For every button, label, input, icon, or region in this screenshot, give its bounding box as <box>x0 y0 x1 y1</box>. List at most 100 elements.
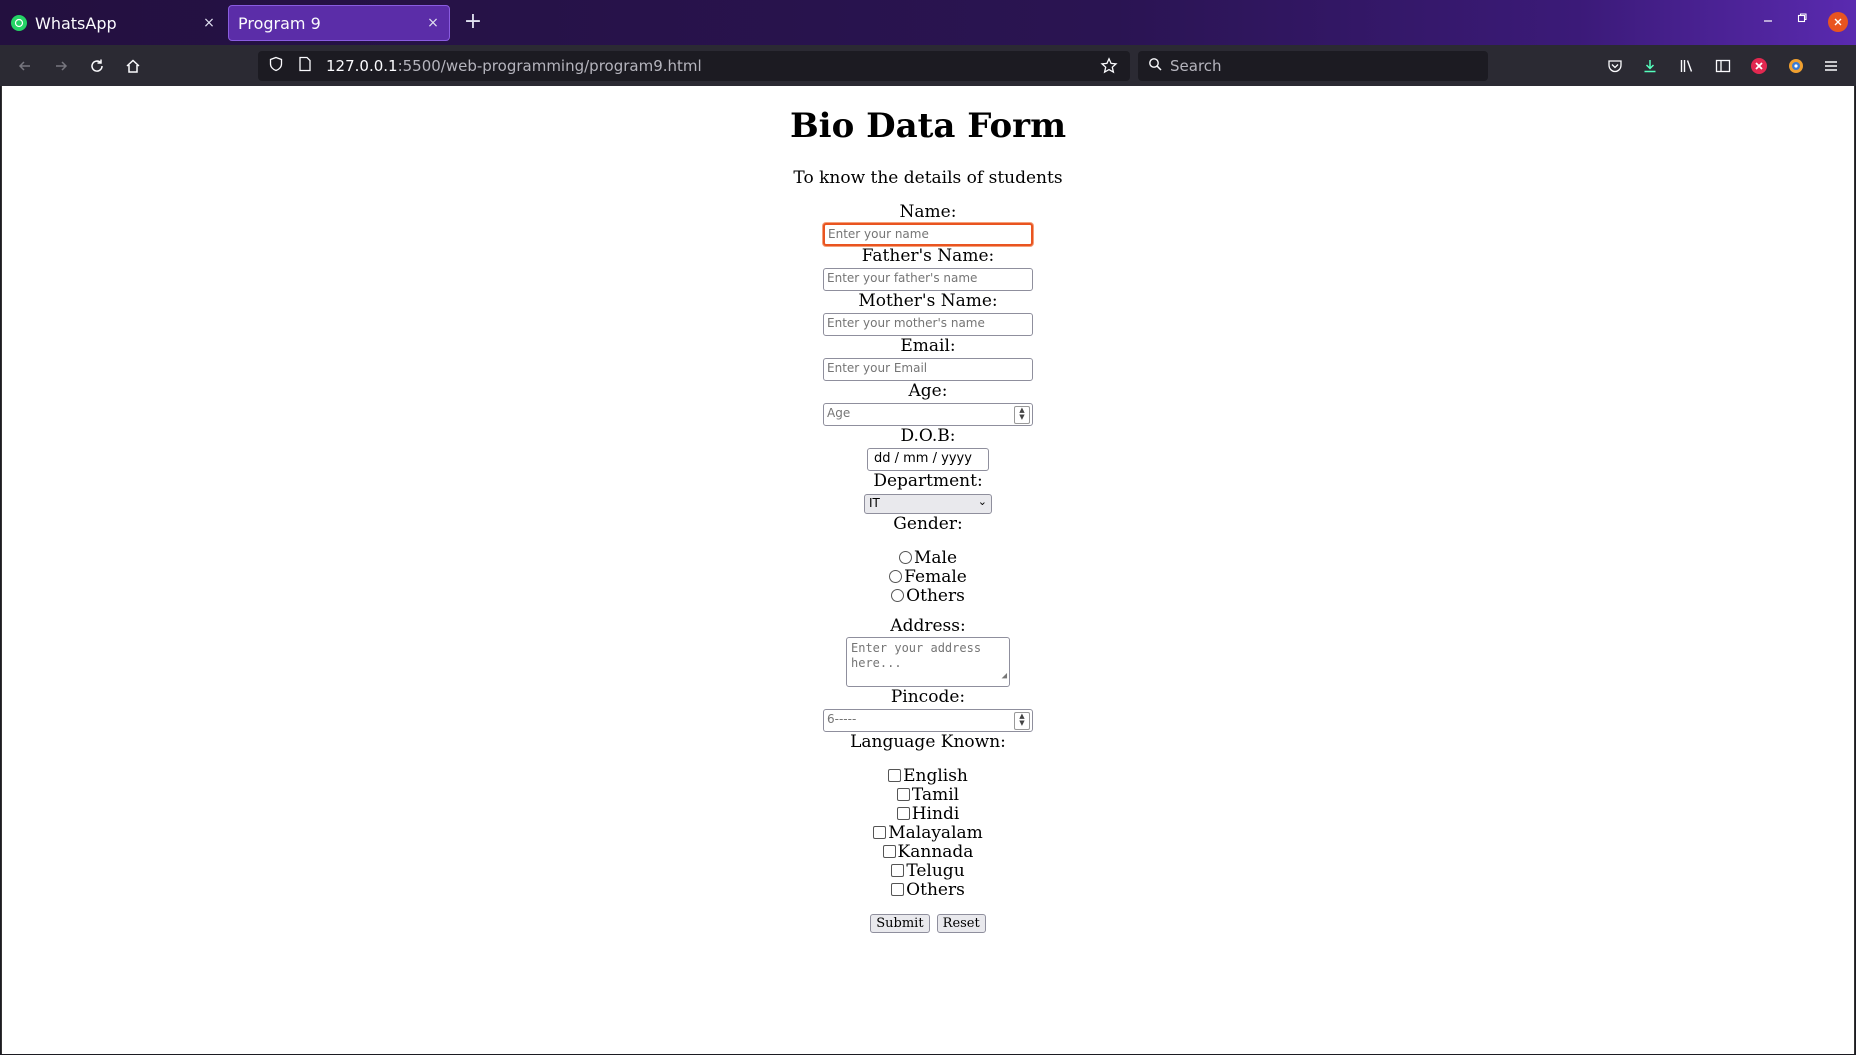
option-label: Others <box>906 586 965 606</box>
reset-button[interactable]: Reset <box>936 914 986 933</box>
address-label: Address: <box>890 616 966 636</box>
pincode-input[interactable]: 6----- ▲ ▼ <box>823 709 1033 732</box>
blocked-extension-icon[interactable] <box>1749 56 1769 76</box>
forward-icon[interactable] <box>46 51 76 81</box>
new-tab-button[interactable]: + <box>460 9 486 35</box>
close-tab-icon[interactable]: × <box>197 15 221 31</box>
name-input[interactable]: Enter your name <box>823 223 1033 246</box>
tab-strip: WhatsApp × Program 9 × + <box>0 0 1856 45</box>
option-label: Male <box>913 548 958 568</box>
father-name-placeholder: Enter your father's name <box>827 271 978 285</box>
gender-option-female[interactable]: Female <box>2 568 1854 587</box>
restore-icon[interactable] <box>1797 12 1807 26</box>
search-placeholder: Search <box>1170 57 1222 75</box>
url-path: :5500/web-programming/program9.html <box>397 57 702 75</box>
name-label: Name: <box>899 202 957 222</box>
name-placeholder: Enter your name <box>828 227 929 241</box>
submit-button[interactable]: Submit <box>870 914 930 933</box>
tab-label: Program 9 <box>238 13 321 33</box>
pincode-placeholder: 6----- <box>827 712 857 726</box>
option-label: English <box>903 766 968 786</box>
radio-button[interactable] <box>898 551 912 564</box>
language-option-kannada[interactable]: Kannada <box>2 843 1854 862</box>
option-label: Malayalam <box>888 823 983 843</box>
language-option-malayalam[interactable]: Malayalam <box>2 824 1854 843</box>
father-name-label: Father's Name: <box>861 246 995 266</box>
close-tab-icon[interactable]: × <box>421 15 445 31</box>
search-icon <box>1148 57 1162 75</box>
checkbox[interactable] <box>896 807 910 820</box>
page-viewport: Bio Data Form To know the details of stu… <box>1 86 1855 1054</box>
search-bar[interactable]: Search <box>1138 51 1488 81</box>
shield-icon[interactable] <box>268 56 288 76</box>
language-option-english[interactable]: English <box>2 767 1854 786</box>
checkbox[interactable] <box>888 769 902 782</box>
url-text[interactable]: 127.0.0.1:5500/web-programming/program9.… <box>326 57 702 75</box>
department-label: Department: <box>873 471 983 491</box>
address-placeholder-line-1: Enter your address <box>851 641 982 655</box>
whatsapp-icon <box>11 15 27 31</box>
address-textarea[interactable]: Enter your address here... ◢ <box>846 637 1010 687</box>
gender-option-others[interactable]: Others <box>2 587 1854 606</box>
father-name-input[interactable]: Enter your father's name <box>823 268 1033 291</box>
email-input[interactable]: Enter your Email <box>823 358 1033 381</box>
resize-grip-icon[interactable]: ◢ <box>1002 669 1007 684</box>
tab-whatsapp[interactable]: WhatsApp × <box>3 5 225 41</box>
checkbox[interactable] <box>896 788 910 801</box>
checkbox[interactable] <box>891 883 905 896</box>
option-label: Female <box>904 567 967 587</box>
option-label: Kannada <box>897 842 974 862</box>
department-select[interactable]: IT ⌄ <box>864 494 992 514</box>
tab-program-9[interactable]: Program 9 × <box>228 5 450 41</box>
chevron-down-icon: ⌄ <box>977 495 987 508</box>
page-subtitle: To know the details of students <box>793 168 1063 188</box>
library-icon[interactable] <box>1677 56 1697 76</box>
option-label: Hindi <box>911 804 960 824</box>
url-host: 127.0.0.1 <box>326 57 398 75</box>
reload-icon[interactable] <box>82 51 112 81</box>
age-placeholder: Age <box>827 406 851 420</box>
downloads-icon[interactable] <box>1640 56 1660 76</box>
home-icon[interactable] <box>118 51 148 81</box>
pincode-stepper-icon[interactable]: ▲ ▼ <box>1014 712 1030 730</box>
mother-name-label: Mother's Name: <box>858 291 998 311</box>
pocket-icon[interactable] <box>1605 56 1625 76</box>
department-value: IT <box>869 496 880 510</box>
language-option-tamil[interactable]: Tamil <box>2 786 1854 805</box>
pincode-label: Pincode: <box>890 687 966 707</box>
tab-label: WhatsApp <box>35 13 117 33</box>
dob-label: D.O.B: <box>900 426 956 446</box>
option-label: Others <box>906 880 965 900</box>
back-icon[interactable] <box>10 51 40 81</box>
email-label: Email: <box>900 336 956 356</box>
age-stepper-icon[interactable]: ▲ ▼ <box>1014 406 1030 424</box>
close-window-icon[interactable] <box>1828 12 1848 32</box>
checkbox[interactable] <box>873 826 887 839</box>
menu-icon[interactable] <box>1821 56 1841 76</box>
language-option-telugu[interactable]: Telugu <box>2 862 1854 881</box>
minimize-icon[interactable] <box>1763 12 1773 26</box>
option-label: Telugu <box>906 861 965 881</box>
address-bar[interactable]: 127.0.0.1:5500/web-programming/program9.… <box>258 51 1130 81</box>
radio-button[interactable] <box>891 589 905 602</box>
language-option-hindi[interactable]: Hindi <box>2 805 1854 824</box>
extension-icon[interactable] <box>1786 56 1806 76</box>
language-options: English Tamil Hindi Malayalam Kannada Te… <box>2 767 1854 900</box>
languages-label: Language Known: <box>850 732 1006 752</box>
dob-input[interactable]: dd / mm / yyyy <box>867 448 989 471</box>
checkbox[interactable] <box>891 864 905 877</box>
gender-option-male[interactable]: Male <box>2 549 1854 568</box>
age-label: Age: <box>908 381 948 401</box>
radio-button[interactable] <box>889 570 903 583</box>
mother-name-placeholder: Enter your mother's name <box>827 316 985 330</box>
mother-name-input[interactable]: Enter your mother's name <box>823 313 1033 336</box>
page-icon[interactable] <box>298 56 318 76</box>
address-placeholder-line-2: here... <box>851 656 902 670</box>
age-input[interactable]: Age ▲ ▼ <box>823 403 1033 426</box>
nav-toolbar: 127.0.0.1:5500/web-programming/program9.… <box>0 45 1856 86</box>
sidebar-icon[interactable] <box>1713 56 1733 76</box>
checkbox[interactable] <box>882 845 896 858</box>
option-label: Tamil <box>911 785 960 805</box>
bookmark-star-icon[interactable] <box>1100 57 1118 79</box>
language-option-others[interactable]: Others <box>2 881 1854 900</box>
